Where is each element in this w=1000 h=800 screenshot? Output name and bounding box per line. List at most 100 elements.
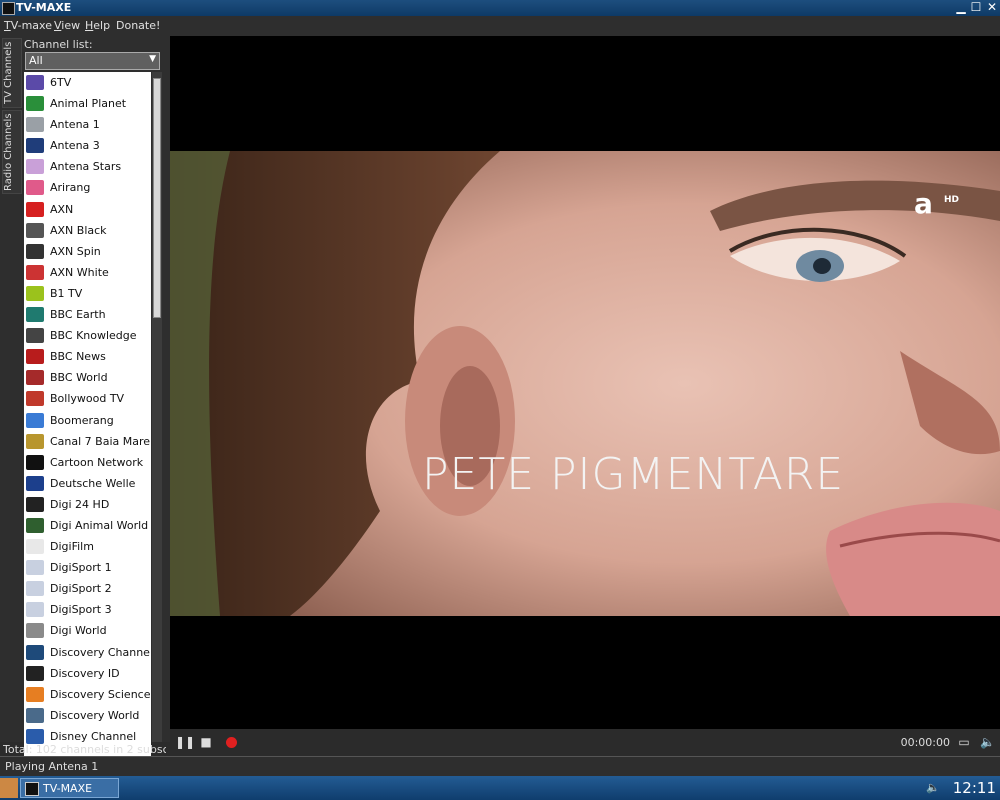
list-item[interactable]: BBC World xyxy=(24,367,151,388)
menu-view[interactable]: View xyxy=(54,19,80,32)
list-item[interactable]: 6TV xyxy=(24,72,151,93)
video-overlay-text: PETE PIGMENTARE xyxy=(422,449,845,500)
channel-name: Discovery World xyxy=(50,708,140,722)
list-item[interactable]: Deutsche Welle xyxy=(24,473,151,494)
channel-total-text: Total: 102 channels in 2 subscrip xyxy=(3,743,166,756)
channel-logo-icon xyxy=(26,539,44,555)
playback-time: 00:00:00 xyxy=(900,736,950,749)
channel-name: Digi Animal World xyxy=(50,518,149,532)
list-item[interactable]: Antena Stars xyxy=(24,156,151,177)
list-item[interactable]: BBC Earth xyxy=(24,304,151,325)
app-icon[interactable] xyxy=(2,2,15,15)
channel-logo-icon xyxy=(26,370,44,386)
list-item[interactable]: AXN xyxy=(24,199,151,220)
channel-logo-icon xyxy=(26,349,44,365)
stop-icon[interactable]: ■ xyxy=(199,735,213,749)
taskbar: TV-MAXE 🔈 12:11 xyxy=(0,776,1000,800)
list-item[interactable]: DigiSport 2 xyxy=(24,578,151,599)
start-menu-icon[interactable] xyxy=(0,778,18,798)
channel-name: Arirang xyxy=(50,181,91,195)
channel-logo-icon xyxy=(26,644,44,660)
channel-badge: HD xyxy=(944,195,960,205)
channel-name: Deutsche Welle xyxy=(50,476,136,490)
channel-logo-icon xyxy=(26,180,44,196)
channel-name: 6TV xyxy=(50,76,72,89)
list-item[interactable]: BBC Knowledge xyxy=(24,325,151,346)
list-item[interactable]: DigiSport 3 xyxy=(24,599,151,620)
channel-list[interactable]: 6TV Animal Planet Antena 1 Antena 3 Antena S… xyxy=(24,72,151,778)
channel-name: DigiSport 3 xyxy=(50,603,112,617)
list-item[interactable]: Discovery ID xyxy=(24,663,151,684)
maximize-icon[interactable]: ☐ xyxy=(969,1,983,14)
list-item[interactable]: Digi Animal World xyxy=(24,515,151,536)
menu-donate[interactable]: Donate! xyxy=(116,19,160,32)
channel-name: BBC News xyxy=(50,350,106,364)
tab-tv-channels[interactable]: TV Channels xyxy=(2,38,22,108)
list-item[interactable]: AXN White xyxy=(24,262,151,283)
close-icon[interactable]: ✕ xyxy=(985,1,999,14)
list-item[interactable]: BBC News xyxy=(24,346,151,367)
scrollbar-thumb[interactable] xyxy=(153,78,161,318)
list-item[interactable]: Antena 3 xyxy=(24,135,151,156)
list-item[interactable]: Discovery Channel xyxy=(24,642,151,663)
tray-volume-icon[interactable]: 🔈 xyxy=(926,781,940,794)
record-icon[interactable] xyxy=(224,735,238,749)
channel-logo-icon xyxy=(26,686,44,702)
list-item[interactable]: Boomerang xyxy=(24,410,151,431)
channel-name: Boomerang xyxy=(50,413,114,427)
list-item[interactable]: Discovery World xyxy=(24,705,151,726)
list-item[interactable]: Digi World xyxy=(24,620,151,641)
channel-logo-icon xyxy=(26,285,44,301)
list-item[interactable]: AXN Black xyxy=(24,220,151,241)
channel-logo-icon xyxy=(26,75,44,90)
channel-logo-icon xyxy=(26,707,44,723)
video-image xyxy=(170,151,1000,616)
channel-name: DigiFilm xyxy=(50,540,94,554)
channel-name: BBC World xyxy=(50,371,108,385)
channel-logo-icon xyxy=(26,96,44,112)
list-item[interactable]: Canal 7 Baia Mare xyxy=(24,431,151,452)
status-text: Playing Antena 1 xyxy=(5,760,99,773)
menu-help[interactable]: Help xyxy=(85,19,110,32)
menu-tv-maxe[interactable]: TV-maxe xyxy=(4,19,52,32)
channel-list-scrollbar[interactable] xyxy=(152,72,162,742)
list-item[interactable]: AXN Spin xyxy=(24,241,151,262)
channel-logo: a xyxy=(914,187,933,220)
channel-name: B1 TV xyxy=(50,286,83,300)
tab-radio-channels[interactable]: Radio Channels xyxy=(2,110,22,194)
list-item[interactable]: Discovery Science xyxy=(24,684,151,705)
side-tabs: TV Channels Radio Channels xyxy=(0,36,22,742)
channel-name: Antena 3 xyxy=(50,139,100,153)
list-item[interactable]: Bollywood TV xyxy=(24,388,151,409)
channel-logo-icon xyxy=(26,412,44,428)
channel-logo-icon xyxy=(26,159,44,175)
minimize-icon[interactable]: ▁ xyxy=(954,1,968,14)
player-controls: ❚❚ ■ 00:00:00 ▭ 🔈 xyxy=(170,729,1000,756)
channel-logo-icon xyxy=(26,117,44,133)
channel-name: Antena Stars xyxy=(50,160,122,174)
list-item[interactable]: Animal Planet xyxy=(24,93,151,114)
channel-logo-icon xyxy=(26,560,44,576)
channel-name: Cartoon Network xyxy=(50,455,144,469)
channel-logo-icon xyxy=(26,454,44,470)
list-item[interactable]: DigiFilm xyxy=(24,536,151,557)
channel-name: Bollywood TV xyxy=(50,392,125,406)
list-item[interactable]: Cartoon Network xyxy=(24,452,151,473)
list-item[interactable]: Antena 1 xyxy=(24,114,151,135)
channel-name: BBC Earth xyxy=(50,308,106,322)
channel-filter-value: All xyxy=(29,54,43,67)
taskbar-item-tv-maxe[interactable]: TV-MAXE xyxy=(20,778,119,798)
fullscreen-icon[interactable]: ▭ xyxy=(957,735,971,749)
list-item[interactable]: Digi 24 HD xyxy=(24,494,151,515)
channel-logo-icon xyxy=(26,138,44,154)
list-item[interactable]: Arirang xyxy=(24,177,151,198)
list-item[interactable]: B1 TV xyxy=(24,283,151,304)
channel-filter-select[interactable]: All ▼ xyxy=(25,52,160,70)
channel-name: Digi World xyxy=(50,624,107,638)
pause-icon[interactable]: ❚❚ xyxy=(175,735,195,749)
list-item[interactable]: DigiSport 1 xyxy=(24,557,151,578)
tv-maxe-icon xyxy=(25,782,39,796)
channel-logo-icon xyxy=(26,602,44,618)
video-player[interactable]: PETE PIGMENTARE a HD xyxy=(170,36,1000,729)
volume-icon[interactable]: 🔈 xyxy=(980,735,995,749)
